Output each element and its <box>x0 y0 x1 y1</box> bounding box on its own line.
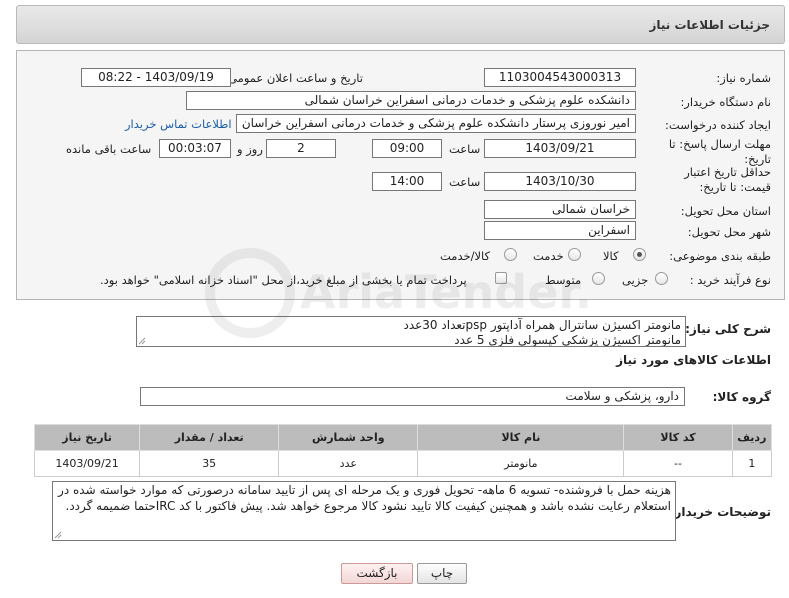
category-service-label: خدمت <box>533 249 564 263</box>
category-goods-label: کالا <box>603 249 619 263</box>
col-item-code: کد کالا <box>623 424 733 451</box>
announce-datetime-label: تاریخ و ساعت اعلان عمومی: <box>224 71 363 85</box>
requester-field: امیر نوروزی پرستار دانشکده علوم پزشکی و … <box>236 114 636 133</box>
process-medium-label: متوسط <box>545 273 582 287</box>
remaining-time-field: 00:03:07 <box>159 139 231 158</box>
cell-quantity: 35 <box>139 450 280 477</box>
back-button[interactable]: بازگشت <box>341 563 413 584</box>
price-validity-date: 1403/10/30 <box>484 172 636 191</box>
cell-item-name: مانومتر <box>417 450 625 477</box>
purchase-process-label: نوع فرآیند خرید : <box>689 273 771 287</box>
delivery-province-field: خراسان شمالی <box>484 200 636 219</box>
delivery-province-label: استان محل تحویل: <box>680 204 771 218</box>
cell-row: 1 <box>731 450 773 477</box>
response-deadline-label: مهلت ارسال پاسخ: تا تاریخ: <box>668 137 771 166</box>
table-header-row: ردیف کد کالا نام کالا واحد شمارش تعداد /… <box>33 424 773 451</box>
response-deadline-date: 1403/09/21 <box>484 139 636 158</box>
goods-table: ردیف کد کالا نام کالا واحد شمارش تعداد /… <box>33 424 773 477</box>
remaining-time-label: ساعت باقی مانده <box>66 142 152 156</box>
price-validity-label: حداقل تاریخ اعتبار قیمت: تا تاریخ: <box>684 165 771 194</box>
days-label: روز و <box>237 142 263 156</box>
col-need-date: تاریخ نیاز <box>33 424 141 451</box>
buyer-org-field: دانشکده علوم پزشکی و خدمات درمانی اسفرای… <box>186 91 636 110</box>
general-description-line-2: مانومتر اکسیژن پزشکی کپسولی فلزی 5 عدد <box>454 333 681 347</box>
goods-info-title: اطلاعات کالاهای مورد نیاز <box>616 353 771 367</box>
col-item-name: نام کالا <box>417 424 625 451</box>
announce-datetime-field: 1403/09/19 - 08:22 <box>81 68 231 87</box>
need-number-field: 1103004543000313 <box>484 68 636 87</box>
process-minor-radio[interactable] <box>655 272 668 285</box>
category-label: طبقه بندی موضوعی: <box>669 249 771 263</box>
response-time-label: ساعت <box>449 142 481 156</box>
page-header: جزئیات اطلاعات نیاز <box>16 5 785 44</box>
need-number-label: شماره نیاز: <box>716 71 771 85</box>
cell-need-date: 1403/09/21 <box>33 450 141 477</box>
print-button[interactable]: چاپ <box>417 563 467 584</box>
treasury-payment-note: پرداخت تمام یا بخشی از مبلغ خرید،از محل … <box>100 273 467 287</box>
goods-group-label: گروه کالا: <box>712 390 771 404</box>
resize-handle-icon[interactable] <box>54 531 62 539</box>
buyer-notes-field: هزینه حمل با فروشنده- تسویه 6 ماهه- تحوی… <box>52 481 676 541</box>
treasury-payment-checkbox[interactable] <box>495 272 507 284</box>
price-validity-time-label: ساعت <box>449 175 481 189</box>
buyer-org-label: نام دستگاه خریدار: <box>680 95 771 109</box>
category-service-radio[interactable] <box>568 248 581 261</box>
general-description-label: شرح کلی نیاز: <box>685 322 771 336</box>
resize-handle-icon[interactable] <box>138 337 146 345</box>
remaining-days-field: 2 <box>266 139 336 158</box>
buyer-notes-text: هزینه حمل با فروشنده- تسویه 6 ماهه- تحوی… <box>58 483 671 513</box>
cell-unit: عدد <box>278 450 419 477</box>
col-row: ردیف <box>731 424 773 451</box>
delivery-city-field: اسفراین <box>484 221 636 240</box>
price-validity-time: 14:00 <box>372 172 442 191</box>
category-goods-service-label: کالا/خدمت <box>440 249 491 263</box>
buyer-contact-link[interactable]: اطلاعات تماس خریدار <box>125 117 232 131</box>
general-description-field: مانومتر اکسیژن سانترال همراه آداپتور psp… <box>136 316 686 347</box>
general-description-line-1: مانومتر اکسیژن سانترال همراه آداپتور psp… <box>403 318 681 332</box>
category-goods-service-radio[interactable] <box>504 248 517 261</box>
col-unit: واحد شمارش <box>278 424 419 451</box>
category-goods-radio[interactable] <box>633 248 646 261</box>
col-quantity: تعداد / مقدار <box>139 424 280 451</box>
process-medium-radio[interactable] <box>592 272 605 285</box>
goods-group-field: دارو، پزشکی و سلامت <box>140 387 685 406</box>
process-minor-label: جزیی <box>622 273 649 287</box>
delivery-city-label: شهر محل تحویل: <box>687 225 771 239</box>
page-title: جزئیات اطلاعات نیاز <box>649 18 770 32</box>
response-deadline-time: 09:00 <box>372 139 442 158</box>
table-row[interactable]: 1 -- مانومتر عدد 35 1403/09/21 <box>33 450 773 477</box>
buyer-notes-label: توضیحات خریدار: <box>669 505 771 519</box>
cell-item-code: -- <box>623 450 733 477</box>
requester-label: ایجاد کننده درخواست: <box>665 118 771 132</box>
